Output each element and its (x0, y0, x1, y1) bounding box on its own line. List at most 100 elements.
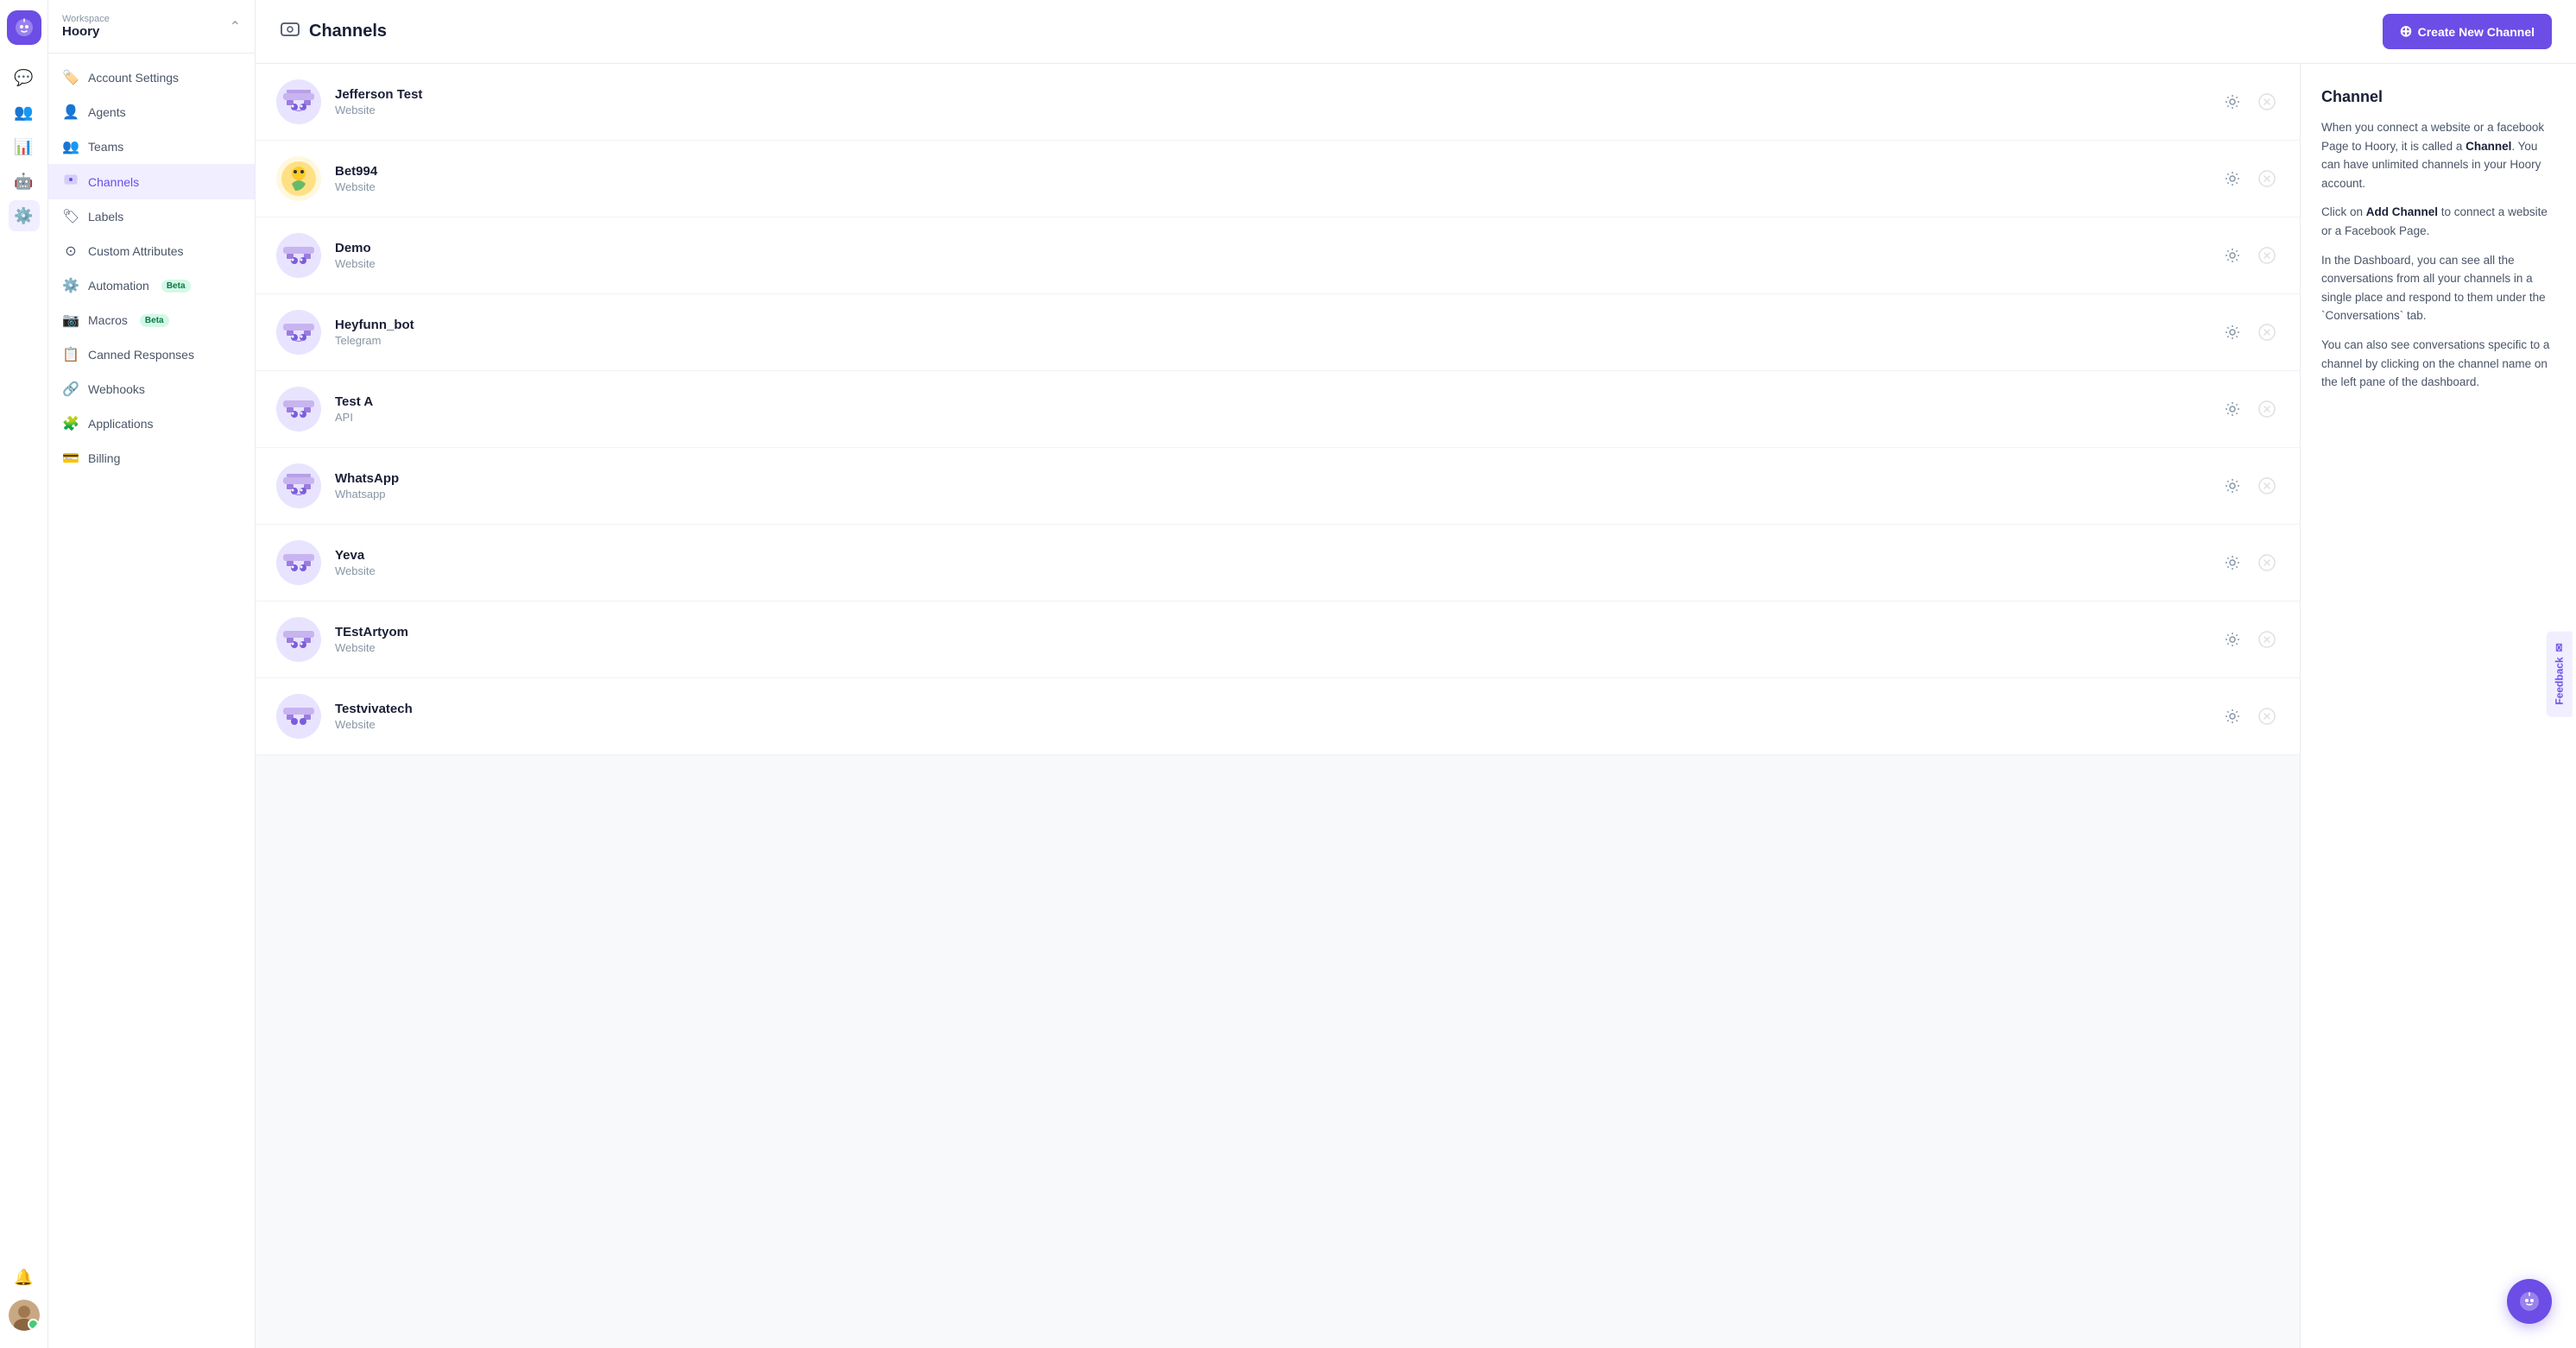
float-chat-button[interactable] (2507, 1279, 2552, 1324)
nav-icon-settings[interactable]: ⚙️ (9, 200, 40, 231)
delete-button-5[interactable] (2255, 397, 2279, 421)
settings-button-4[interactable] (2220, 320, 2245, 344)
sidebar-item-labels[interactable]: 🏷 Labels (48, 199, 255, 234)
delete-button-1[interactable] (2255, 90, 2279, 114)
sidebar-label-applications: Applications (88, 417, 154, 431)
sidebar-label-canned-responses: Canned Responses (88, 348, 194, 362)
sidebar-item-teams[interactable]: 👥 Teams (48, 129, 255, 164)
table-row: Testvivatech Website (256, 678, 2300, 755)
channel-name-5: Test A (335, 394, 2220, 409)
sidebar-item-canned-responses[interactable]: 📋 Canned Responses (48, 337, 255, 372)
channel-actions-9 (2220, 704, 2279, 728)
workspace-label: Workspace (62, 14, 110, 24)
sidebar-item-channels[interactable]: Channels (48, 164, 255, 199)
channel-name-4: Heyfunn_bot (335, 318, 2220, 332)
sidebar-item-macros[interactable]: 📷 Macros Beta (48, 303, 255, 337)
channel-info-7: Yeva Website (335, 548, 2220, 577)
channel-info-8: TEstArtyom Website (335, 625, 2220, 654)
channel-actions-4 (2220, 320, 2279, 344)
channel-info-4: Heyfunn_bot Telegram (335, 318, 2220, 347)
account-settings-icon: 🏷️ (62, 69, 79, 86)
settings-button-2[interactable] (2220, 167, 2245, 191)
channel-type-7: Website (335, 564, 2220, 577)
feedback-tab[interactable]: Feedback ✉ (2546, 631, 2572, 716)
nav-icon-chat[interactable]: 💬 (9, 62, 40, 93)
channel-avatar-5 (276, 387, 321, 431)
app-logo[interactable] (7, 10, 41, 45)
sidebar-item-automation[interactable]: ⚙️ Automation Beta (48, 268, 255, 303)
delete-button-6[interactable] (2255, 474, 2279, 498)
nav-icon-integrations[interactable]: 🤖 (9, 166, 40, 197)
delete-button-9[interactable] (2255, 704, 2279, 728)
table-row: Jefferson Test Website (256, 64, 2300, 141)
sidebar-label-custom-attributes: Custom Attributes (88, 244, 184, 258)
sidebar-item-account-settings[interactable]: 🏷️ Account Settings (48, 60, 255, 95)
channel-type-6: Whatsapp (335, 488, 2220, 501)
settings-button-7[interactable] (2220, 551, 2245, 575)
nav-icon-notifications[interactable]: 🔔 (9, 1262, 40, 1293)
delete-button-8[interactable] (2255, 627, 2279, 652)
channel-avatar-2 (276, 156, 321, 201)
delete-button-7[interactable] (2255, 551, 2279, 575)
channel-avatar-4 (276, 310, 321, 355)
channel-actions-8 (2220, 627, 2279, 652)
channel-name-3: Demo (335, 241, 2220, 255)
info-panel-para-4: You can also see conversations specific … (2321, 336, 2555, 392)
channel-avatar-7 (276, 540, 321, 585)
create-channel-button[interactable]: ⊕ Create New Channel (2383, 14, 2552, 49)
delete-button-3[interactable] (2255, 243, 2279, 268)
nav-icon-contacts[interactable]: 👥 (9, 97, 40, 128)
table-row: Demo Website (256, 217, 2300, 294)
sidebar-item-custom-attributes[interactable]: ⊙ Custom Attributes (48, 234, 255, 268)
channel-name-9: Testvivatech (335, 702, 2220, 716)
sidebar-label-macros: Macros (88, 313, 128, 327)
settings-button-3[interactable] (2220, 243, 2245, 268)
channel-avatar-3 (276, 233, 321, 278)
feedback-label: Feedback (2553, 657, 2565, 704)
sidebar-item-agents[interactable]: 👤 Agents (48, 95, 255, 129)
settings-button-1[interactable] (2220, 90, 2245, 114)
channel-type-3: Website (335, 257, 2220, 270)
sidebar-label-billing: Billing (88, 451, 120, 465)
nav-icon-reports[interactable]: 📊 (9, 131, 40, 162)
delete-button-2[interactable] (2255, 167, 2279, 191)
applications-icon: 🧩 (62, 415, 79, 432)
channel-avatar-8 (276, 617, 321, 662)
user-avatar[interactable] (9, 1300, 40, 1331)
channel-info-3: Demo Website (335, 241, 2220, 270)
settings-button-9[interactable] (2220, 704, 2245, 728)
table-row: WhatsApp Whatsapp (256, 448, 2300, 525)
channel-actions-1 (2220, 90, 2279, 114)
table-row: Test A API (256, 371, 2300, 448)
info-panel-title: Channel (2321, 88, 2555, 106)
delete-button-4[interactable] (2255, 320, 2279, 344)
sidebar-item-webhooks[interactable]: 🔗 Webhooks (48, 372, 255, 406)
workspace-chevron-icon[interactable]: ⌃ (230, 18, 241, 35)
table-row: Yeva Website (256, 525, 2300, 602)
info-panel-para-2: Click on Add Channel to connect a websit… (2321, 203, 2555, 240)
channel-avatar-9 (276, 694, 321, 739)
feedback-icon: ✉ (2553, 643, 2565, 652)
channel-actions-6 (2220, 474, 2279, 498)
automation-icon: ⚙️ (62, 277, 79, 294)
settings-button-6[interactable] (2220, 474, 2245, 498)
channel-type-5: API (335, 411, 2220, 424)
sidebar-label-teams: Teams (88, 140, 123, 154)
billing-icon: 💳 (62, 450, 79, 467)
teams-icon: 👥 (62, 138, 79, 155)
page-title-text: Channels (309, 22, 387, 41)
settings-button-5[interactable] (2220, 397, 2245, 421)
workspace-header: Workspace Hoory ⌃ (48, 0, 255, 54)
table-row: Heyfunn_bot Telegram (256, 294, 2300, 371)
settings-button-8[interactable] (2220, 627, 2245, 652)
info-panel: Channel When you connect a website or a … (2300, 64, 2576, 1348)
channel-name-8: TEstArtyom (335, 625, 2220, 639)
sidebar-item-applications[interactable]: 🧩 Applications (48, 406, 255, 441)
sidebar-item-billing[interactable]: 💳 Billing (48, 441, 255, 476)
icon-bar: 💬 👥 📊 🤖 ⚙️ 🔔 (0, 0, 48, 1348)
channel-actions-5 (2220, 397, 2279, 421)
sidebar-label-account-settings: Account Settings (88, 71, 179, 85)
channel-name-7: Yeva (335, 548, 2220, 563)
sidebar-label-automation: Automation (88, 279, 149, 293)
info-panel-para-1: When you connect a website or a facebook… (2321, 118, 2555, 192)
